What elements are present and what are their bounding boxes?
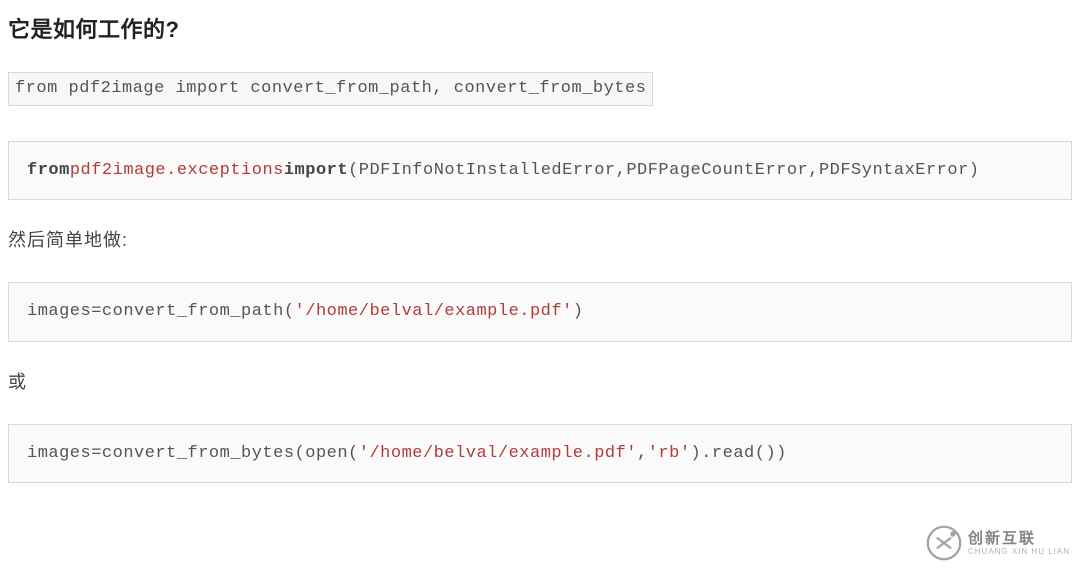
package-name: pdf2image.exceptions (70, 161, 284, 180)
code-suffix: ).read()) (691, 444, 787, 463)
keyword-from: from (27, 161, 70, 180)
watermark-logo-icon (926, 525, 962, 561)
watermark-text: 创新互联 CHUANG XIN HU LIAN (968, 531, 1070, 556)
watermark-en: CHUANG XIN HU LIAN (968, 548, 1070, 556)
code-prefix: images=convert_from_bytes(open( (27, 444, 359, 463)
code-block-4: images=convert_from_bytes(open('/home/be… (8, 424, 1072, 484)
code-prefix: images=convert_from_path( (27, 302, 295, 321)
code-block-3: images=convert_from_path('/home/belval/e… (8, 282, 1072, 342)
code-mid: , (637, 444, 648, 463)
code-suffix: ) (573, 302, 584, 321)
import-items: (PDFInfoNotInstalledError,PDFPageCountEr… (348, 161, 979, 180)
keyword-import: import (284, 161, 348, 180)
section-heading: 它是如何工作的? (8, 12, 1072, 44)
watermark: 创新互联 CHUANG XIN HU LIAN (926, 525, 1070, 561)
paragraph-then: 然后简单地做: (8, 226, 1072, 252)
string-literal-mode: 'rb' (648, 444, 691, 463)
watermark-cn: 创新互联 (968, 531, 1070, 546)
code-block-2: frompdf2image.exceptionsimport(PDFInfoNo… (8, 141, 1072, 201)
string-literal-path: '/home/belval/example.pdf' (359, 444, 637, 463)
code-block-1: from pdf2image import convert_from_path,… (8, 72, 653, 106)
string-literal: '/home/belval/example.pdf' (295, 302, 573, 321)
paragraph-or: 或 (8, 368, 1072, 394)
